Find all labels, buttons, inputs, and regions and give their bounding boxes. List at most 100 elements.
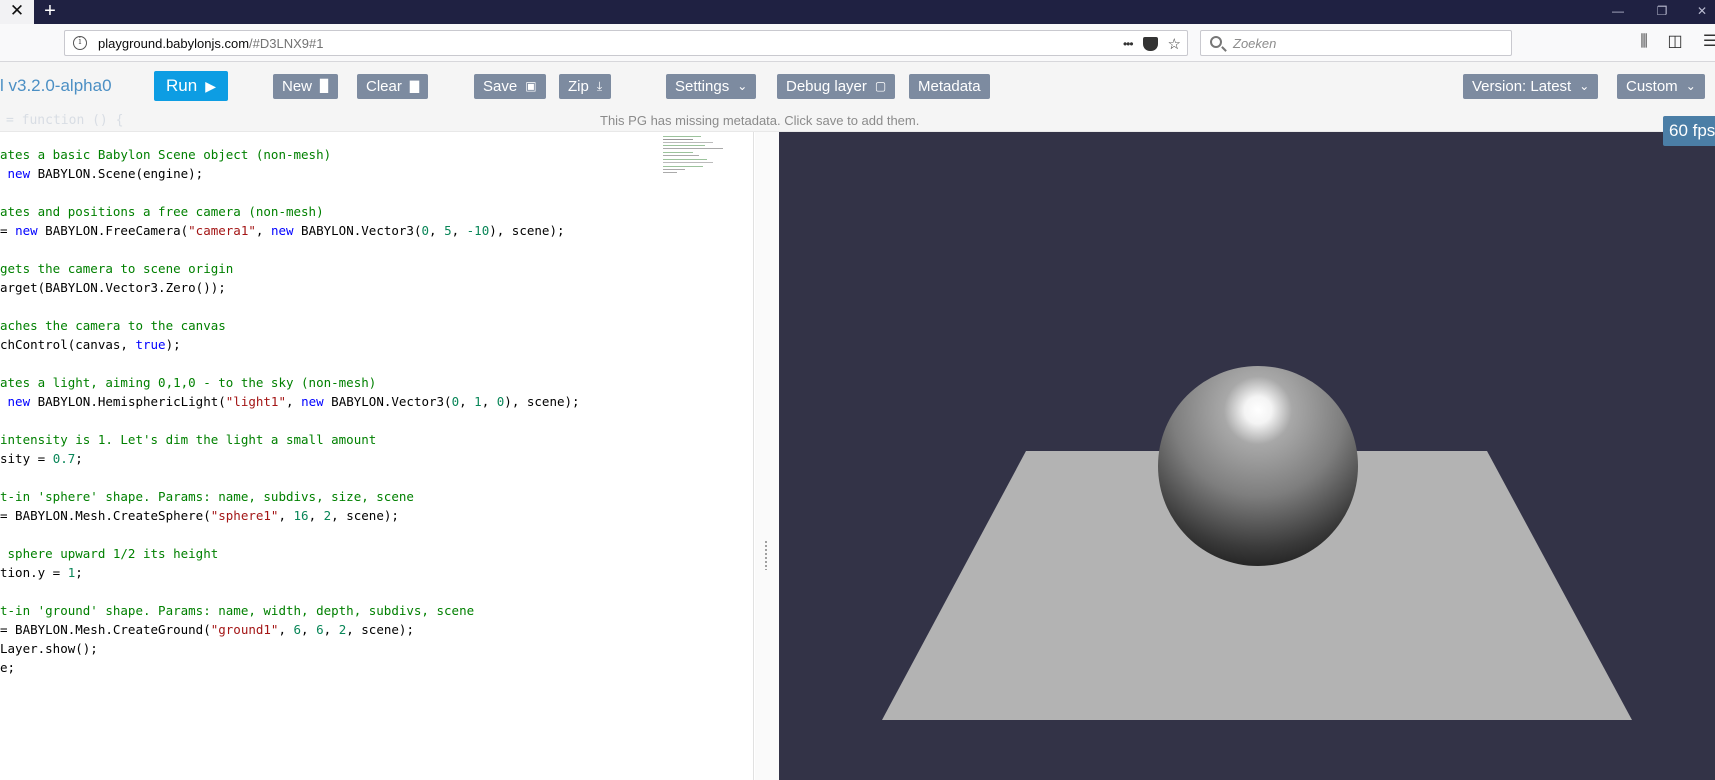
code-line[interactable]: gets the camera to scene origin bbox=[0, 259, 233, 278]
code-token: ), scene); bbox=[504, 394, 580, 409]
code-line[interactable]: arget(BABYLON.Vector3.Zero()); bbox=[0, 278, 226, 297]
code-line[interactable]: sity = 0.7; bbox=[0, 449, 83, 468]
save-button[interactable]: Save ▣ bbox=[474, 74, 546, 99]
code-token: , bbox=[323, 622, 339, 637]
clear-label: Clear bbox=[366, 78, 402, 95]
code-line[interactable]: ates a light, aiming 0,1,0 - to the sky … bbox=[0, 373, 376, 392]
checkbox-icon: ▢ bbox=[874, 79, 887, 93]
code-editor[interactable]: ates a basic Babylon Scene object (non-m… bbox=[0, 132, 754, 780]
address-bar-actions: ••• ☆ bbox=[1123, 34, 1181, 54]
version-dropdown[interactable]: Version: Latest ⌄ bbox=[1463, 74, 1599, 99]
metadata-notice-bar: = function () { This PG has missing meta… bbox=[0, 110, 1715, 132]
code-token: "ground1" bbox=[210, 622, 279, 637]
pane-splitter[interactable] bbox=[755, 132, 779, 780]
settings-label: Settings bbox=[675, 78, 730, 95]
url-host: playground.babylonjs.com bbox=[98, 36, 250, 51]
menu-icon[interactable]: ☰ bbox=[1700, 32, 1715, 52]
code-token: , bbox=[278, 508, 294, 523]
code-line[interactable]: = BABYLON.Mesh.CreateGround("ground1", 6… bbox=[0, 620, 414, 639]
code-line[interactable]: t-in 'ground' shape. Params: name, width… bbox=[0, 601, 474, 620]
debug-label: Debug layer bbox=[786, 78, 867, 95]
run-button[interactable]: Run ▶ bbox=[154, 71, 228, 101]
close-tab-icon[interactable]: ✕ bbox=[0, 0, 34, 24]
code-line[interactable]: aches the camera to the canvas bbox=[0, 316, 226, 335]
search-icon bbox=[1210, 36, 1222, 48]
restore-icon[interactable]: ❐ bbox=[1642, 0, 1682, 24]
drag-handle-icon[interactable] bbox=[764, 540, 768, 570]
chevron-down-icon: ⌄ bbox=[1579, 79, 1590, 93]
search-field[interactable]: Zoeken bbox=[1200, 30, 1512, 56]
code-line[interactable]: Layer.show(); bbox=[0, 639, 98, 658]
code-token: t-in 'ground' shape. Params: name, width… bbox=[0, 603, 475, 618]
code-line[interactable]: new BABYLON.Scene(engine); bbox=[0, 164, 204, 183]
code-line[interactable]: ates and positions a free camera (non-me… bbox=[0, 202, 324, 221]
code-token: = bbox=[0, 223, 16, 238]
bookmark-star-icon[interactable]: ☆ bbox=[1168, 35, 1181, 53]
code-token: "camera1" bbox=[188, 223, 256, 238]
metadata-button[interactable]: Metadata bbox=[909, 74, 990, 99]
code-token: "light1" bbox=[225, 394, 286, 409]
code-token: arget(BABYLON.Vector3.Zero()); bbox=[0, 280, 226, 295]
code-line[interactable]: e; bbox=[0, 658, 15, 677]
code-line[interactable]: t-in 'sphere' shape. Params: name, subdi… bbox=[0, 487, 414, 506]
site-info-icon[interactable]: i bbox=[73, 36, 87, 50]
new-label: New bbox=[282, 78, 313, 95]
metadata-message[interactable]: This PG has missing metadata. Click save… bbox=[600, 113, 919, 128]
code-minimap[interactable] bbox=[661, 134, 751, 178]
run-label: Run bbox=[166, 76, 198, 95]
code-token: ), scene); bbox=[489, 223, 565, 238]
code-line[interactable]: = new BABYLON.FreeCamera("camera1", new … bbox=[0, 221, 565, 240]
code-line[interactable]: ates a basic Babylon Scene object (non-m… bbox=[0, 145, 331, 164]
engine-version-label: l v3.2.0-alpha0 bbox=[0, 76, 112, 95]
new-button[interactable]: New ▉ bbox=[273, 74, 339, 99]
code-token: t-in 'sphere' shape. Params: name, subdi… bbox=[0, 489, 414, 504]
zip-button[interactable]: Zip ⤓ bbox=[559, 74, 612, 99]
code-token: gets the camera to scene origin bbox=[0, 261, 234, 276]
debug-layer-button[interactable]: Debug layer ▢ bbox=[777, 74, 896, 99]
code-token: new bbox=[301, 394, 324, 409]
code-token: ates a basic Babylon Scene object (non-m… bbox=[0, 147, 332, 162]
code-line[interactable]: sphere upward 1/2 its height bbox=[0, 544, 219, 563]
play-icon: ▶ bbox=[205, 78, 216, 94]
settings-dropdown[interactable]: Settings ⌄ bbox=[666, 74, 757, 99]
code-line[interactable]: tion.y = 1; bbox=[0, 563, 83, 582]
sidebar-icon[interactable]: ◫ bbox=[1665, 32, 1685, 52]
code-token: ; bbox=[75, 451, 83, 466]
clear-button[interactable]: Clear ▇ bbox=[357, 74, 429, 99]
code-token: 0 bbox=[421, 223, 429, 238]
pocket-icon[interactable] bbox=[1142, 37, 1158, 51]
address-bar[interactable]: i playground.babylonjs.com/#D3LNX9#1 •••… bbox=[64, 30, 1188, 56]
code-token: , bbox=[278, 622, 294, 637]
chevron-down-icon: ⌄ bbox=[1685, 79, 1696, 93]
code-line[interactable]: intensity is 1. Let's dim the light a sm… bbox=[0, 430, 376, 449]
file-icon: ▉ bbox=[320, 79, 330, 93]
code-token: = BABYLON.Mesh.CreateGround( bbox=[0, 622, 211, 637]
render-canvas[interactable] bbox=[779, 132, 1715, 780]
minimize-icon[interactable]: — bbox=[1598, 0, 1638, 24]
code-line[interactable]: new BABYLON.HemisphericLight("light1", n… bbox=[0, 392, 580, 411]
window-close-icon[interactable]: ✕ bbox=[1682, 0, 1715, 24]
page-actions-icon[interactable]: ••• bbox=[1123, 37, 1134, 51]
zip-label: Zip bbox=[568, 78, 589, 95]
chevron-down-icon: ⌄ bbox=[737, 79, 748, 93]
code-token: = BABYLON.Mesh.CreateSphere( bbox=[0, 508, 211, 523]
library-icon[interactable]: ⫼ bbox=[1634, 32, 1654, 52]
code-token: "sphere1" bbox=[210, 508, 279, 523]
url-path: /#D3LNX9#1 bbox=[249, 36, 324, 51]
custom-dropdown[interactable]: Custom ⌄ bbox=[1617, 74, 1705, 99]
code-line[interactable]: chControl(canvas, true); bbox=[0, 335, 181, 354]
new-tab-icon[interactable]: + bbox=[38, 0, 62, 24]
code-token: new bbox=[7, 166, 31, 181]
url-text[interactable]: playground.babylonjs.com/#D3LNX9#1 bbox=[98, 36, 324, 51]
code-token: , scene); bbox=[346, 622, 414, 637]
code-token: BABYLON.FreeCamera( bbox=[37, 223, 189, 238]
playground-toolbar: l v3.2.0-alpha0 Run ▶ New ▉ Clear ▇ Save… bbox=[0, 62, 1715, 110]
version-select-label: Version: Latest bbox=[1472, 78, 1572, 95]
code-token: 16 bbox=[293, 508, 309, 523]
metadata-label: Metadata bbox=[918, 78, 981, 95]
download-icon: ⤓ bbox=[596, 79, 603, 93]
code-token: 0.7 bbox=[52, 451, 76, 466]
code-line[interactable]: = BABYLON.Mesh.CreateSphere("sphere1", 1… bbox=[0, 506, 399, 525]
